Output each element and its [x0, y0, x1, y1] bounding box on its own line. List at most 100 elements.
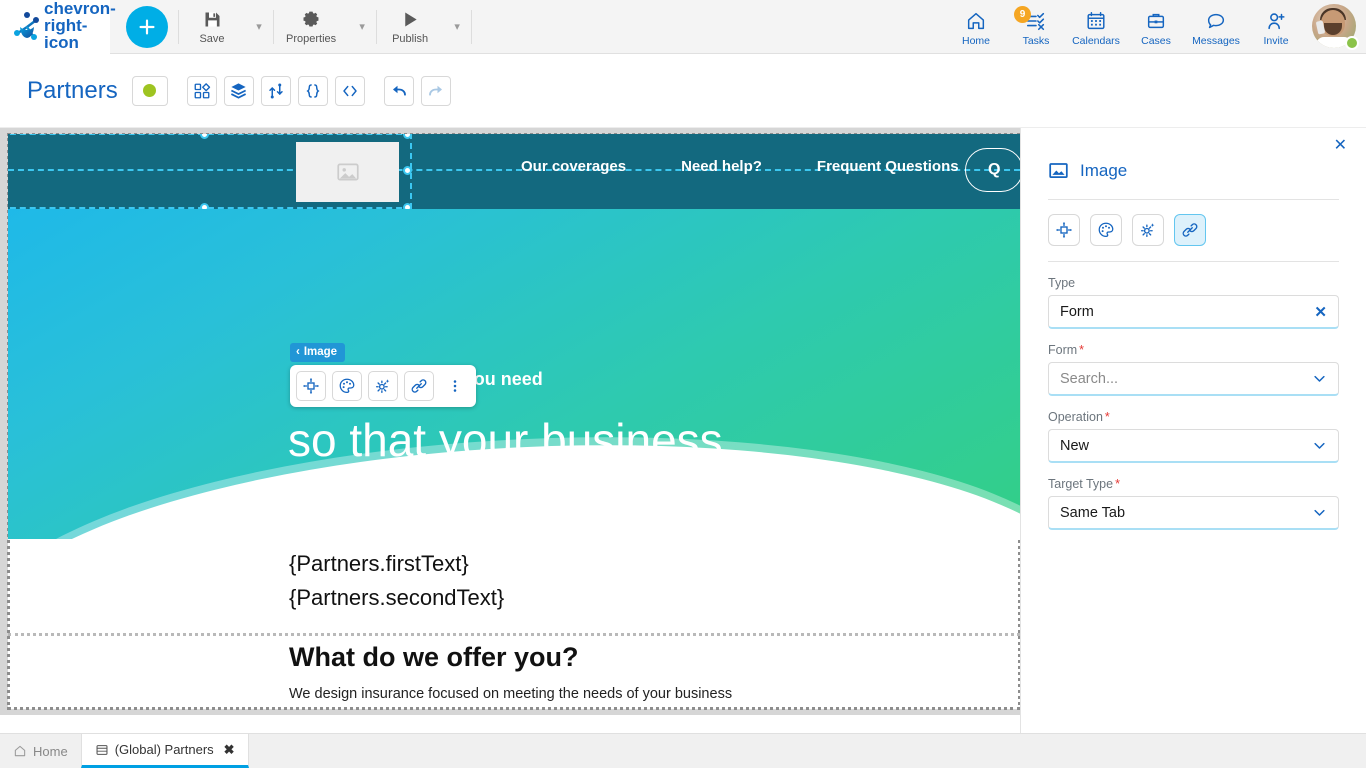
publish-dropdown-caret[interactable]: ▾	[443, 0, 471, 54]
save-group: Save ▾	[179, 0, 273, 54]
properties-dropdown-caret[interactable]: ▾	[348, 0, 376, 54]
field-type-label: Type	[1048, 276, 1339, 290]
app-logo-icon[interactable]	[10, 10, 44, 44]
offer-heading: What do we offer you?	[289, 642, 579, 672]
site-nav-cta-button[interactable]: Q	[965, 148, 1020, 192]
site-header: Our coverages Need help? Frequent Questi…	[8, 134, 1020, 212]
braces-icon	[306, 83, 320, 98]
nav-tasks[interactable]: 9 Tasks	[1006, 6, 1066, 47]
resize-handle-tr[interactable]	[403, 134, 412, 139]
panel-tabs	[1021, 200, 1366, 246]
site-nav-link-1[interactable]: Need help?	[681, 158, 762, 175]
bottom-tab-partners[interactable]: (Global) Partners ✖	[80, 734, 249, 768]
code-button[interactable]	[334, 75, 365, 106]
nav-invite[interactable]: Invite	[1246, 6, 1306, 47]
redo-button[interactable]	[420, 75, 451, 106]
publish-label: Publish	[392, 32, 429, 45]
panel-tab-link[interactable]	[1174, 214, 1206, 246]
code-icon	[342, 85, 357, 96]
panel-tab-settings[interactable]	[1132, 214, 1164, 246]
briefcase-icon	[1147, 13, 1165, 29]
resize-handle-mr[interactable]	[403, 166, 412, 175]
resize-handle-tm[interactable]	[200, 134, 209, 139]
field-operation-label-text: Operation	[1048, 410, 1103, 424]
selection-outline[interactable]	[8, 134, 412, 212]
top-nav-icons: Home 9 Tasks Calendars Cases Messages In…	[946, 3, 1366, 50]
site-nav-link-0[interactable]: Our coverages	[521, 158, 626, 175]
layers-icon	[231, 83, 247, 99]
move-icon	[1056, 222, 1072, 238]
chevron-down-icon[interactable]	[1312, 505, 1327, 520]
selected-element-tag[interactable]: ‹ Image	[290, 343, 346, 362]
gear-icon	[303, 11, 319, 27]
clear-icon[interactable]: ✕	[1314, 303, 1327, 321]
nav-messages[interactable]: Messages	[1186, 6, 1246, 47]
hero-title: so that your business never stops	[288, 415, 723, 515]
token-line-2: {Partners.secondText}	[289, 585, 505, 610]
field-type-control[interactable]: Form ✕	[1048, 295, 1339, 329]
bottom-tab-bar: Home (Global) Partners ✖	[0, 733, 1366, 768]
field-target-type-value: Same Tab	[1060, 504, 1126, 521]
nav-home[interactable]: Home	[946, 6, 1006, 47]
float-style-button[interactable]	[332, 371, 362, 401]
nav-cases[interactable]: Cases	[1126, 6, 1186, 47]
avatar[interactable]	[1312, 3, 1359, 50]
image-icon	[1048, 160, 1069, 181]
required-marker: *	[1115, 477, 1120, 491]
bottom-tab-home-label: Home	[33, 743, 68, 759]
field-form-label: Form *	[1048, 343, 1339, 357]
field-operation: Operation * New	[1021, 410, 1366, 463]
data-flow-button[interactable]	[260, 75, 291, 106]
token-block[interactable]: {Partners.firstText} {Partners.secondTex…	[289, 547, 504, 615]
braces-button[interactable]	[297, 75, 328, 106]
selected-image-placeholder[interactable]	[296, 142, 399, 202]
element-float-toolbar	[290, 365, 476, 407]
editor-toolbar: Partners	[0, 54, 1366, 160]
components-button[interactable]	[186, 75, 217, 106]
panel-tab-style[interactable]	[1090, 214, 1122, 246]
panel-divider-mid	[1048, 261, 1339, 262]
close-icon[interactable]: ✖	[224, 742, 235, 758]
field-form-control[interactable]: Search...	[1048, 362, 1339, 396]
properties-button[interactable]: Properties	[274, 9, 348, 45]
divider	[471, 9, 473, 44]
properties-group: Properties ▾	[274, 0, 376, 54]
save-button[interactable]: Save	[179, 9, 245, 45]
close-icon[interactable]: ✕	[1334, 138, 1347, 154]
field-target-type: Target Type * Same Tab	[1021, 477, 1366, 530]
nav-calendars[interactable]: Calendars	[1066, 6, 1126, 47]
chevron-right-icon[interactable]: chevron-right-icon	[44, 0, 116, 53]
home-outline-icon	[13, 744, 27, 758]
float-settings-button[interactable]	[368, 371, 398, 401]
float-move-button[interactable]	[296, 371, 326, 401]
chevron-left-icon: ‹	[296, 346, 300, 358]
layers-button[interactable]	[223, 75, 254, 106]
canvas-page[interactable]: Our coverages Need help? Frequent Questi…	[7, 133, 1020, 710]
top-toolbar: chevron-right-icon Save ▾ Properties ▾ P…	[0, 0, 1366, 54]
components-icon	[194, 82, 210, 98]
field-target-type-label-text: Target Type	[1048, 477, 1114, 491]
save-icon	[205, 12, 219, 26]
more-vertical-icon	[453, 380, 457, 392]
chevron-down-icon[interactable]	[1312, 371, 1327, 386]
float-link-button[interactable]	[404, 371, 434, 401]
site-nav-link-2[interactable]: Frequent Questions	[817, 158, 959, 175]
publish-button[interactable]: Publish	[377, 9, 443, 45]
field-operation-control[interactable]: New	[1048, 429, 1339, 463]
bottom-tab-home[interactable]: Home	[0, 734, 81, 768]
canvas-area: Our coverages Need help? Frequent Questi…	[0, 128, 1020, 715]
field-type-value: Form	[1060, 303, 1094, 320]
status-indicator-button[interactable]	[131, 75, 168, 106]
float-more-button[interactable]	[440, 371, 470, 401]
settings-sparkle-icon	[1140, 223, 1155, 238]
save-label: Save	[199, 32, 225, 45]
panel-tab-move[interactable]	[1048, 214, 1080, 246]
undo-button[interactable]	[383, 75, 414, 106]
field-form: Form * Search...	[1021, 343, 1366, 396]
save-dropdown-caret[interactable]: ▾	[245, 0, 273, 54]
user-add-icon	[1268, 13, 1285, 30]
offer-text: We design insurance focused on meeting t…	[289, 686, 733, 702]
add-button[interactable]	[126, 5, 168, 48]
chevron-down-icon[interactable]	[1312, 438, 1327, 453]
field-target-type-control[interactable]: Same Tab	[1048, 496, 1339, 530]
